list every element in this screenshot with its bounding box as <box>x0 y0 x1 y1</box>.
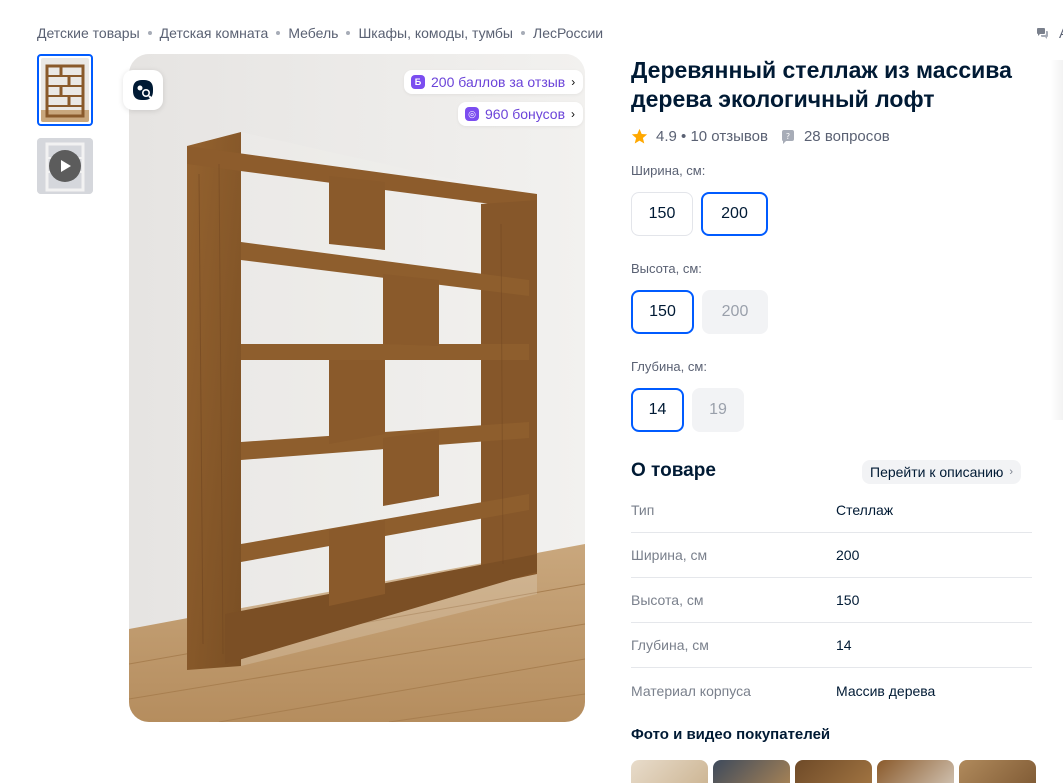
breadcrumb-separator <box>521 31 525 35</box>
spec-value: 150 <box>836 592 860 608</box>
top-right-action[interactable]: А <box>1036 25 1063 41</box>
thumbnail-image <box>41 58 89 122</box>
spec-key: Высота, см <box>631 592 704 608</box>
height-option-200[interactable]: 200 <box>702 290 768 334</box>
customer-photo[interactable] <box>795 760 872 783</box>
depth-label: Глубина, см: <box>631 359 707 374</box>
breadcrumb-separator <box>346 31 351 35</box>
image-search-button[interactable] <box>123 70 163 110</box>
rating-row[interactable]: 4.9 • 10 отзывов ? 28 вопросов <box>631 128 890 145</box>
spec-key: Материал корпуса <box>631 682 751 699</box>
spec-value: Стеллаж <box>836 502 894 518</box>
chevron-right-icon: › <box>1009 466 1014 478</box>
questions-count[interactable]: 28 вопросов <box>804 128 890 145</box>
go-to-description-button[interactable]: Перейти к описанию › <box>862 460 1022 484</box>
side-panel-edge <box>1050 60 1063 420</box>
height-options: 150 200 <box>631 290 768 334</box>
go-to-description-label: Перейти к описанию <box>870 464 1004 480</box>
spec-key: Тип <box>631 502 655 518</box>
chevron-right-icon: › <box>571 75 576 89</box>
review-points-badge[interactable]: Б 200 баллов за отзыв › <box>404 70 584 94</box>
spec-value: Массив дерева <box>836 682 936 699</box>
product-title: Деревянный стеллаж из массива дерева эко… <box>631 57 1012 112</box>
depth-options: 14 19 <box>631 388 744 432</box>
bonus-icon: ◎ <box>465 107 479 121</box>
width-option-150[interactable]: 150 <box>631 192 693 236</box>
breadcrumb: Детские товары Детская комната Мебель Шк… <box>37 25 603 41</box>
gallery-thumbnail[interactable] <box>37 54 93 126</box>
depth-option-19[interactable]: 19 <box>692 388 744 432</box>
review-points-text: 200 баллов за отзыв <box>431 74 566 90</box>
customer-photo[interactable] <box>631 760 708 783</box>
image-search-icon <box>133 80 153 100</box>
specs-table: Тип Стеллаж Ширина, см 200 Высота, см 15… <box>631 488 1032 713</box>
width-label: Ширина, см: <box>631 163 706 178</box>
spec-key: Глубина, см <box>631 637 709 653</box>
spec-row: Ширина, см 200 <box>631 533 1032 578</box>
breadcrumb-item[interactable]: Мебель <box>288 25 338 41</box>
customer-photo[interactable] <box>959 760 1036 783</box>
spec-value: 200 <box>836 547 860 563</box>
product-image[interactable] <box>129 54 585 722</box>
spec-row: Материал корпуса Массив дерева <box>631 668 1032 713</box>
svg-text:?: ? <box>786 132 790 141</box>
spec-row: Глубина, см 14 <box>631 623 1032 668</box>
breadcrumb-item[interactable]: Шкафы, комоды, тумбы <box>358 25 513 41</box>
height-label: Высота, см: <box>631 261 702 276</box>
width-options: 150 200 <box>631 192 768 236</box>
top-right-label: А <box>1059 25 1063 41</box>
rating-value: 4.9 <box>656 128 677 145</box>
star-icon <box>631 128 648 144</box>
customer-photo[interactable] <box>877 760 954 783</box>
bonuses-text: 960 бонусов <box>485 106 566 122</box>
bonuses-badge[interactable]: ◎ 960 бонусов › <box>458 102 584 126</box>
customer-media-strip <box>631 760 1036 783</box>
rating-separator: • <box>676 128 691 145</box>
chevron-right-icon: › <box>571 107 576 121</box>
points-icon: Б <box>411 75 425 89</box>
depth-option-14[interactable]: 14 <box>631 388 684 432</box>
spec-value: 14 <box>836 637 852 653</box>
play-icon <box>49 150 81 182</box>
breadcrumb-item[interactable]: Детские товары <box>37 25 140 41</box>
chat-icon <box>1037 27 1048 39</box>
breadcrumb-separator <box>147 31 152 35</box>
width-option-200[interactable]: 200 <box>701 192 768 236</box>
spec-row: Тип Стеллаж <box>631 488 1032 533</box>
question-icon: ? <box>781 129 794 144</box>
shelf-photo <box>129 54 585 722</box>
about-title: О товаре <box>631 460 716 481</box>
video-thumbnail[interactable] <box>37 138 93 194</box>
breadcrumb-item[interactable]: Детская комната <box>160 25 269 41</box>
customer-photo[interactable] <box>713 760 790 783</box>
height-option-150[interactable]: 150 <box>631 290 694 334</box>
customer-media-title: Фото и видео покупателей <box>631 726 831 743</box>
spec-key: Ширина, см <box>631 547 708 563</box>
breadcrumb-item[interactable]: ЛесРоссии <box>533 25 603 41</box>
reviews-count[interactable]: 10 отзывов <box>690 128 768 145</box>
breadcrumb-separator <box>276 31 281 35</box>
spec-row: Высота, см 150 <box>631 578 1032 623</box>
